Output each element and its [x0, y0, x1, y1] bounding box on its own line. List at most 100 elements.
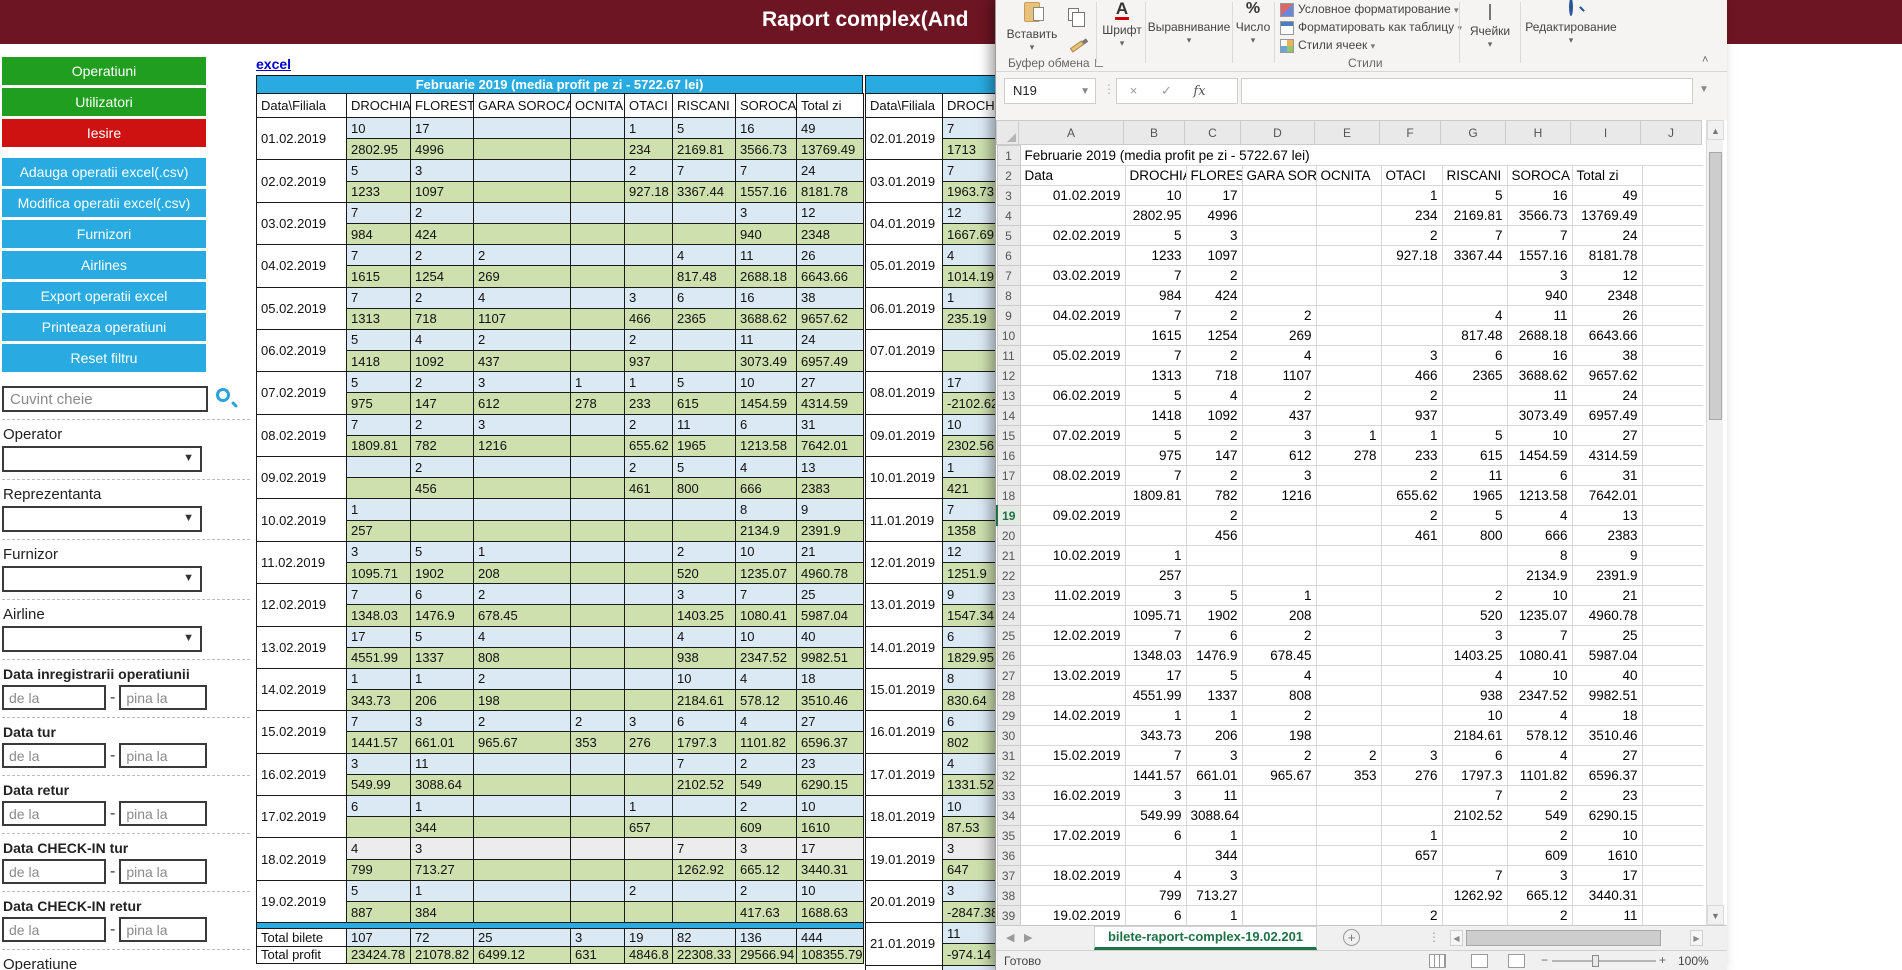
- furnizor-select[interactable]: ▼: [2, 566, 202, 592]
- cell[interactable]: 4: [1442, 306, 1507, 326]
- cell[interactable]: 6596.37: [1572, 766, 1642, 786]
- cell[interactable]: 6: [1186, 626, 1242, 646]
- cell[interactable]: 07.02.2019: [1020, 426, 1125, 446]
- cell[interactable]: 2688.18: [1507, 326, 1572, 346]
- cell[interactable]: 4: [1507, 746, 1572, 766]
- cell[interactable]: [1642, 746, 1703, 766]
- cell[interactable]: [1020, 446, 1125, 466]
- row-header-24[interactable]: 24: [997, 606, 1020, 626]
- cell[interactable]: [1125, 846, 1186, 866]
- cell[interactable]: 03.02.2019: [1020, 266, 1125, 286]
- cell[interactable]: 6: [1125, 906, 1186, 926]
- row-header-4[interactable]: 4: [997, 206, 1020, 226]
- cell[interactable]: 343.73: [1125, 726, 1186, 746]
- cell[interactable]: 1797.3: [1442, 766, 1507, 786]
- add-sheet-icon[interactable]: +: [1343, 929, 1360, 946]
- cell[interactable]: 1313: [1125, 366, 1186, 386]
- cell[interactable]: 3: [1242, 466, 1316, 486]
- sidebar-action-button[interactable]: Export operatii excel: [2, 282, 206, 310]
- cell[interactable]: 9982.51: [1572, 686, 1642, 706]
- cell[interactable]: [1642, 286, 1703, 306]
- cell[interactable]: 5: [1125, 386, 1186, 406]
- cell[interactable]: 276: [1381, 766, 1442, 786]
- cell[interactable]: 3688.62: [1507, 366, 1572, 386]
- cell[interactable]: [1381, 866, 1442, 886]
- cell[interactable]: 3: [1186, 866, 1242, 886]
- cell[interactable]: 5: [1186, 586, 1242, 606]
- row-header-19[interactable]: 19: [997, 506, 1020, 526]
- sidebar-item-utilizatori[interactable]: Utilizatori: [2, 88, 206, 116]
- cell[interactable]: 549: [1507, 806, 1572, 826]
- cell[interactable]: [1242, 186, 1316, 206]
- cell[interactable]: 927.18: [1381, 246, 1442, 266]
- cell[interactable]: 6: [1125, 826, 1186, 846]
- cell[interactable]: [1642, 826, 1703, 846]
- cell[interactable]: [1316, 526, 1381, 546]
- cell[interactable]: [1242, 866, 1316, 886]
- cell[interactable]: 344: [1186, 846, 1242, 866]
- cell[interactable]: 17: [1186, 186, 1242, 206]
- zoom-out-icon[interactable]: −: [1541, 953, 1548, 967]
- cell[interactable]: 1: [1242, 586, 1316, 606]
- cell[interactable]: [1020, 526, 1125, 546]
- cell[interactable]: 1254: [1186, 326, 1242, 346]
- cell[interactable]: 27: [1572, 426, 1642, 446]
- cell[interactable]: [1316, 386, 1381, 406]
- paste-button[interactable]: Вставить ▾: [1006, 2, 1058, 53]
- cell[interactable]: 4: [1186, 386, 1242, 406]
- cell[interactable]: 7: [1125, 746, 1186, 766]
- cell[interactable]: 7: [1125, 626, 1186, 646]
- cell[interactable]: 17: [1125, 666, 1186, 686]
- cell[interactable]: 11: [1572, 906, 1642, 926]
- row-header-3[interactable]: 3: [997, 186, 1020, 206]
- cell[interactable]: 5: [1186, 666, 1242, 686]
- cell[interactable]: 800: [1442, 526, 1507, 546]
- cell[interactable]: [1316, 666, 1381, 686]
- cells-menu-button[interactable]: Ячейки ▾: [1464, 0, 1516, 50]
- cell[interactable]: [1186, 566, 1242, 586]
- cell[interactable]: 08.02.2019: [1020, 466, 1125, 486]
- cell[interactable]: [1642, 586, 1703, 606]
- row-header-39[interactable]: 39: [997, 906, 1020, 926]
- cell[interactable]: 2: [1381, 906, 1442, 926]
- cell[interactable]: 9: [1572, 546, 1642, 566]
- cell[interactable]: 18: [1572, 706, 1642, 726]
- cell[interactable]: 257: [1125, 566, 1186, 586]
- row-header-16[interactable]: 16: [997, 446, 1020, 466]
- cell[interactable]: 1: [1186, 706, 1242, 726]
- cell[interactable]: [1381, 626, 1442, 646]
- column-header-H[interactable]: H: [1505, 120, 1571, 145]
- cell[interactable]: 02.02.2019: [1020, 226, 1125, 246]
- cell[interactable]: 38: [1572, 346, 1642, 366]
- cell[interactable]: 666: [1507, 526, 1572, 546]
- cell[interactable]: [1242, 506, 1316, 526]
- cell[interactable]: 5: [1442, 186, 1507, 206]
- row-header-9[interactable]: 9: [997, 306, 1020, 326]
- cell[interactable]: [1642, 506, 1703, 526]
- date-to-input[interactable]: [119, 685, 207, 710]
- cell[interactable]: [1316, 306, 1381, 326]
- sidebar-item-iesire[interactable]: Iesire: [2, 119, 206, 147]
- collapse-ribbon-icon[interactable]: ˄: [1702, 54, 1708, 66]
- cell[interactable]: 3: [1125, 586, 1186, 606]
- cell[interactable]: [1642, 486, 1703, 506]
- cell[interactable]: 1348.03: [1125, 646, 1186, 666]
- cell[interactable]: [1642, 426, 1703, 446]
- row-header-2[interactable]: 2: [997, 166, 1020, 186]
- cell[interactable]: 2383: [1572, 526, 1642, 546]
- cell[interactable]: [1316, 206, 1381, 226]
- cell[interactable]: 12: [1572, 266, 1642, 286]
- cell[interactable]: 04.02.2019: [1020, 306, 1125, 326]
- date-to-input[interactable]: [119, 801, 207, 826]
- format-painter-button[interactable]: [1070, 38, 1084, 52]
- cell[interactable]: 2169.81: [1442, 206, 1507, 226]
- cell[interactable]: 24: [1572, 386, 1642, 406]
- cell[interactable]: [1642, 166, 1703, 186]
- cell[interactable]: 612: [1242, 446, 1316, 466]
- cell[interactable]: 2: [1442, 586, 1507, 606]
- cell[interactable]: [1316, 546, 1381, 566]
- cell[interactable]: 2: [1381, 466, 1442, 486]
- normal-view-icon[interactable]: [1429, 954, 1446, 968]
- cell[interactable]: [1642, 406, 1703, 426]
- cell[interactable]: 9657.62: [1572, 366, 1642, 386]
